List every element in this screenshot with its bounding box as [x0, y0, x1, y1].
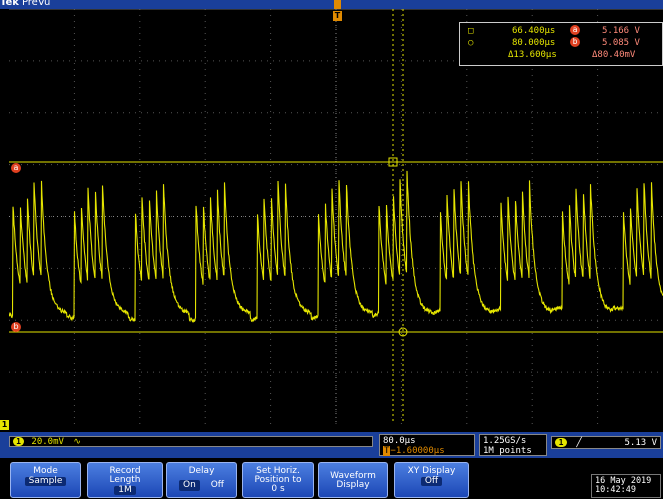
trigger-position-icon	[334, 0, 341, 9]
graticule	[9, 9, 663, 424]
ref-a-marker[interactable]: a	[11, 163, 21, 173]
ref-b-marker[interactable]: b	[11, 322, 21, 332]
coupling-icon: ∿	[73, 437, 81, 447]
delay-label: Delay	[188, 466, 215, 476]
cursor-a-box-icon: □	[468, 26, 474, 36]
mode-label: Mode	[33, 466, 58, 476]
set-horiz-position-label: Set Horiz. Position to 0 s	[254, 466, 302, 494]
horizontal-readout[interactable]: 80.0µs T−1.60000µs	[379, 434, 475, 456]
delay-off[interactable]: Off	[211, 480, 224, 490]
delay-button[interactable]: Delay On Off	[166, 462, 237, 498]
waveform-display[interactable]	[9, 9, 663, 424]
cursor-a-time: 66.400µs	[512, 26, 556, 36]
trigger-source-badge: 1	[555, 438, 567, 447]
horizontal-scale: 80.0µs	[383, 436, 416, 446]
mode-value: Sample	[24, 477, 67, 486]
delta-time: Δ13.600µs	[508, 50, 557, 60]
record-length-value: 1M	[114, 486, 136, 495]
cursor-b-time: 80.000µs	[512, 38, 556, 48]
sample-rate: 1.25GS/s	[483, 436, 527, 446]
acquisition-readout[interactable]: 1.25GS/s 1M points	[479, 434, 547, 456]
cursor-readout[interactable]: □ ○ 66.400µs 80.000µs Δ13.600µs a b 5.16…	[459, 22, 663, 66]
marker-a-badge: a	[570, 25, 580, 35]
cursor-b-circle-icon: ○	[468, 38, 474, 48]
marker-b-badge: b	[570, 37, 580, 47]
record-length-button[interactable]: Record Length 1M	[87, 462, 163, 498]
trigger-readout[interactable]: 1 ╱ 5.13 V	[551, 436, 661, 449]
mode-button[interactable]: Mode Sample	[10, 462, 81, 498]
time-label: 10:42:49	[595, 485, 636, 495]
set-horiz-position-button[interactable]: Set Horiz. Position to 0 s	[242, 462, 314, 498]
trigger-level: 5.13 V	[624, 438, 657, 448]
xy-display-button[interactable]: XY Display Off	[394, 462, 469, 498]
xy-display-value: Off	[420, 477, 443, 486]
trigger-marker[interactable]: T	[333, 11, 342, 21]
date-time: 16 May 2019 10:42:49	[591, 474, 661, 498]
ch1-readout[interactable]: 1 20.0mV ∿	[9, 436, 373, 447]
top-status-bar: Tek PreVu	[0, 0, 663, 9]
delta-voltage: Δ80.40mV	[592, 50, 636, 60]
trigger-slope-icon: ╱	[576, 438, 582, 448]
record-points: 1M points	[483, 446, 532, 456]
waveform-display-button[interactable]: Waveform Display	[318, 462, 388, 498]
ch1-ground-marker[interactable]: 1	[0, 420, 9, 430]
horizontal-position: −1.60000µs	[390, 446, 445, 456]
status-bar: 1 20.0mV ∿ 80.0µs T−1.60000µs 1.25GS/s 1…	[0, 432, 663, 458]
record-length-label: Record Length	[109, 466, 141, 485]
ch1-badge: 1	[13, 437, 24, 446]
brand-label: Tek PreVu	[0, 0, 51, 8]
cursor-a-voltage: 5.166 V	[602, 26, 640, 36]
waveform-display-label: Waveform Display	[330, 471, 376, 490]
softkey-bar: Mode Sample Record Length 1M Delay On Of…	[0, 459, 663, 499]
cursor-b-voltage: 5.085 V	[602, 38, 640, 48]
xy-display-label: XY Display	[407, 466, 456, 476]
ch1-scale: 20.0mV	[31, 437, 64, 447]
delay-on[interactable]: On	[179, 480, 200, 491]
